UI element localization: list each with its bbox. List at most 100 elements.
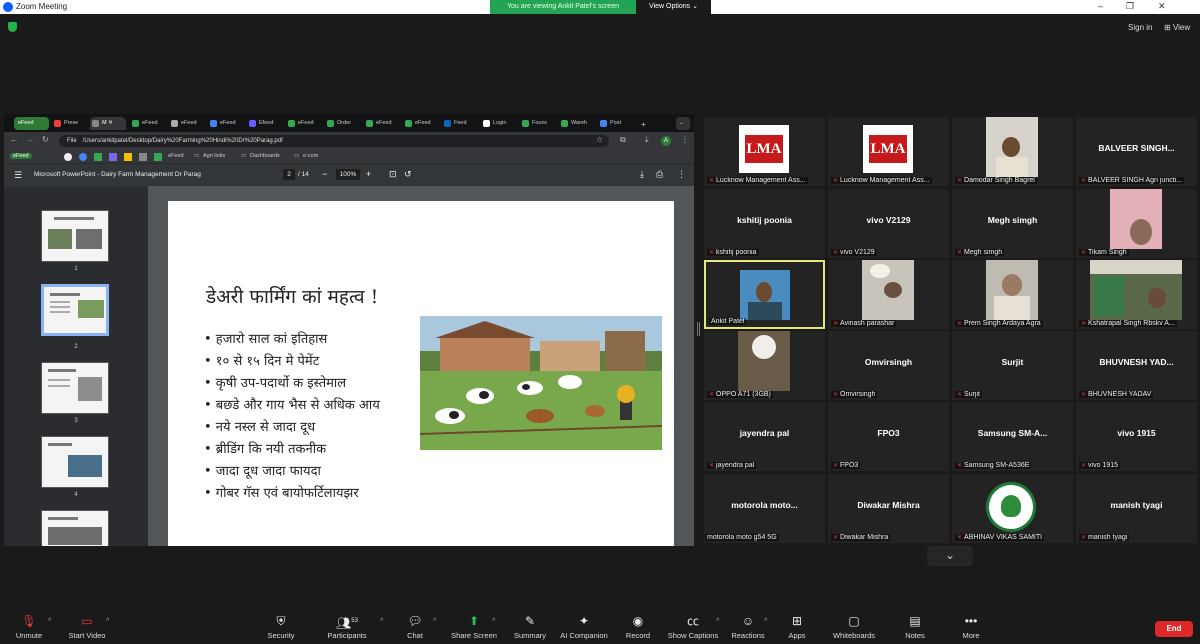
participant-tile[interactable]: BHUVNESH YAD... ✕ BHUVNESH YADAV [1076,331,1197,400]
url-input[interactable]: File/Users/ankitpatel/Desktop/Dairy%20Fa… [59,135,609,147]
page-thumbnail[interactable] [41,362,109,414]
profile-avatar[interactable]: A [661,136,671,146]
download-icon[interactable]: ⤓ [640,169,644,180]
restore-icon[interactable]: ❐ [1126,1,1134,12]
sidebar-menu-icon[interactable]: ☰ [14,170,22,181]
window-title: Zoom Meeting [16,2,68,11]
participant-tile[interactable]: ✕ Avinash parashar [828,260,949,329]
participant-tile[interactable]: BALVEER SINGH... ✕ BALVEER SINGH Agri jun… [1076,117,1197,186]
bookmark-folder[interactable]: Agri links [203,153,225,159]
browser-tab[interactable]: Feed [442,117,478,130]
browser-tab-active[interactable]: M ✕ [90,117,126,130]
zoom-in-icon[interactable]: + [366,169,371,179]
forward-icon[interactable]: → [26,135,34,144]
participant-tile[interactable]: vivo V2129 ✕ vivo V2129 [828,189,949,258]
tab-search-icon[interactable]: ⌄ [676,117,690,130]
bookmark-icon[interactable] [94,153,102,161]
participant-tile[interactable]: vivo 1915 ✕ vivo 1915 [1076,402,1197,471]
participant-tile[interactable]: Surjit ✕ Surjit [952,331,1073,400]
bookmark-star-icon[interactable]: ☆ [596,135,603,144]
pdf-thumbnail-sidebar: 1 2 3 4 [4,186,148,546]
bookmark-icon[interactable] [154,153,162,161]
bookmark-folder[interactable]: Dashboards [250,153,280,159]
participant-tile[interactable]: ✕ Kshatrapal Singh Rbskv A... [1076,260,1197,329]
chevron-up-icon[interactable]: ^ [106,618,109,625]
tab-group-efeed[interactable]: eFeed [14,117,49,130]
browser-tab[interactable]: eFeed [403,117,439,130]
download-icon[interactable]: ⤓ [645,135,649,145]
browser-tab[interactable]: eFeed [130,117,166,130]
participant-tile[interactable]: jayendra pal ✕ jayendra pal [704,402,825,471]
view-options-button[interactable]: View Options ⌄ [636,0,711,14]
sign-in-button[interactable]: Sign in [1128,23,1152,32]
participant-tile[interactable]: Omvirsingh ✕ Omvirsingh [828,331,949,400]
page-thumbnail[interactable] [41,436,109,488]
participant-tile[interactable]: ✕ Damodar Singh Bagrel [952,117,1073,186]
close-icon[interactable]: ✕ [1158,1,1166,12]
page-number-input[interactable]: 2 [283,169,295,180]
more-button[interactable]: ••• More [931,614,1011,640]
zoom-input[interactable]: 100% [336,169,360,180]
participant-tile[interactable]: LMA ✕ Lucknow Management Ass... [828,117,949,186]
end-meeting-button[interactable]: End [1155,621,1193,637]
participant-tile[interactable]: ✕ ABHINAV VIKAS SAMITI [952,474,1073,543]
browser-tab[interactable]: eFeed [364,117,400,130]
browser-tab[interactable]: Wareh [559,117,595,130]
panel-splitter[interactable] [697,322,700,336]
participant-video [1110,189,1162,249]
shared-screen[interactable]: eFeed Prese M ✕ eFeed eFeed eFeed Efeed … [4,114,694,546]
new-tab-icon[interactable]: + [639,117,651,130]
browser-tab[interactable]: Prese [52,117,88,130]
participant-tile[interactable]: LMA ✕ Lucknow Management Ass... [704,117,825,186]
fit-page-icon[interactable]: ⊡ [389,169,397,180]
view-button[interactable]: ⊞ View [1164,23,1190,32]
mic-muted-icon: ✕ [1081,463,1087,469]
participant-tile[interactable]: ✕ OPPO A71 (3GB) [704,331,825,400]
page-thumbnail-selected[interactable] [41,284,109,336]
participant-tile[interactable]: kshitij poonia ✕ kshitij poonia [704,189,825,258]
back-icon[interactable]: ← [10,135,18,144]
github-icon[interactable] [64,153,72,161]
participant-tile[interactable]: ✕ Tikam Singh [1076,189,1197,258]
participant-tile[interactable]: Samsung SM-A... ✕ Samsung SM-A536E [952,402,1073,471]
gallery-next-page-button[interactable]: ⌄ [927,546,973,566]
more-options-icon[interactable]: ⋮ [677,169,686,180]
bookmark-icon[interactable] [139,153,147,161]
participant-tile[interactable]: FPO3 ✕ FPO3 [828,402,949,471]
browser-tab[interactable]: Login [481,117,517,130]
participant-tile[interactable]: Diwakar Mishra ✕ Diwakar Mishra [828,474,949,543]
participant-tile-active-speaker[interactable]: Ankit Patel [704,260,825,329]
participant-tile[interactable]: Megh simgh ✕ Megh simgh [952,189,1073,258]
mic-muted-icon: ✕ [709,392,715,398]
zoom-out-icon[interactable]: − [322,169,327,179]
minimize-icon[interactable]: – [1098,1,1103,11]
browser-menu-icon[interactable]: ⋮ [681,135,689,144]
browser-tab[interactable]: eFeed [169,117,205,130]
page-thumbnail[interactable] [41,510,109,546]
mic-muted-icon: ✕ [833,321,839,327]
pdf-viewer[interactable]: डेअरी फार्मिंग कां महत्व ! • हजारो साल क… [148,186,694,546]
rotate-icon[interactable]: ↺ [404,169,412,180]
browser-tab[interactable]: Post [598,117,634,130]
browser-tab[interactable]: Founc [520,117,556,130]
participant-tile[interactable]: ✕ Prem Singh Ardaya Agra [952,260,1073,329]
bookmark-item[interactable]: eFeed [168,153,184,159]
browser-tab[interactable]: Efeed [247,117,283,130]
bookmark-item[interactable]: eFeed [10,153,32,159]
chrome-icon[interactable] [79,153,87,161]
reload-icon[interactable]: ↻ [42,135,49,144]
page-thumbnail[interactable] [41,210,109,262]
browser-tab[interactable]: Order [325,117,361,130]
bookmark-icon[interactable] [109,153,117,161]
drive-icon[interactable] [124,153,132,161]
start-video-button[interactable]: ▭ Start Video [47,614,127,640]
participant-label: BHUVNESH YADAV [1088,391,1152,398]
security-shield-icon[interactable] [8,22,17,32]
participant-tile[interactable]: motorola moto... motorola moto g54 5G [704,474,825,543]
extensions-icon[interactable]: ⧉ [620,135,626,145]
print-icon[interactable]: ⎙ [656,169,663,180]
browser-tab[interactable]: eFeed [286,117,322,130]
bookmark-folder[interactable]: e-com [303,153,318,159]
browser-tab[interactable]: eFeed [208,117,244,130]
participant-tile[interactable]: manish tyagi ✕ manish tyagi [1076,474,1197,543]
